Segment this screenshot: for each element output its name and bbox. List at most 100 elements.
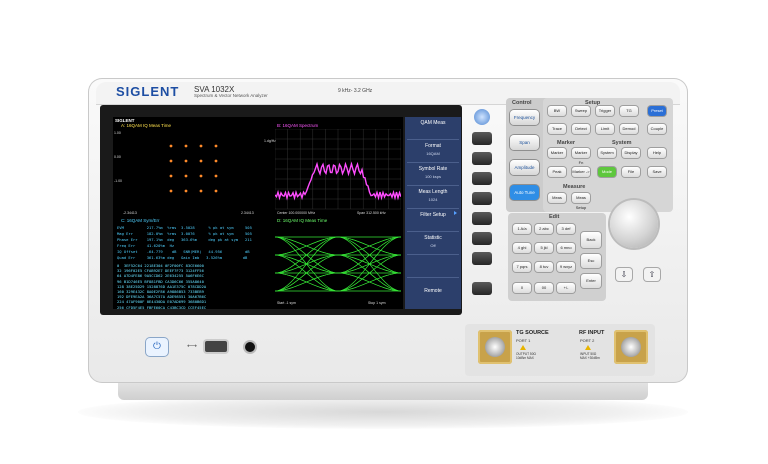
key-0[interactable]: 0	[513, 283, 531, 293]
side-button-4[interactable]	[472, 192, 492, 205]
spectrum-plot	[275, 129, 401, 210]
eye-trace	[275, 236, 401, 256]
softkey-5-label: Filter Setup	[420, 212, 446, 218]
key-7[interactable]: 7 pqrs	[513, 262, 531, 272]
tg-source-note: OUTPUT 50Ω 10dBm MAX	[516, 352, 536, 360]
tg-source-connector[interactable]	[478, 330, 512, 364]
key-2[interactable]: 2 abc	[535, 224, 553, 234]
back-key[interactable]: Back	[581, 232, 601, 248]
side-button-2[interactable]	[472, 152, 492, 165]
frequency-range: 9 kHz- 3.2 GHz	[338, 88, 373, 94]
bw-key[interactable]: BW	[548, 106, 566, 116]
help-key[interactable]: Help	[648, 148, 666, 158]
constellation-point	[169, 159, 173, 163]
softkey-2[interactable]: Format 16QAM	[407, 140, 459, 163]
key-6[interactable]: 6 mno	[557, 243, 575, 253]
constellation-point	[169, 144, 173, 148]
eye-trace	[275, 254, 401, 274]
constellation-point	[214, 189, 218, 193]
key-8[interactable]: 8 tuv	[535, 262, 553, 272]
limit-key[interactable]: Limit	[596, 124, 614, 134]
meas-setup-key[interactable]: Meas Setup	[572, 193, 590, 210]
rf-input-connector[interactable]	[614, 330, 648, 364]
eye-trace	[275, 254, 401, 274]
measurement-row: Mag Err 182.0%m %rms 3.0076 % pk at sym …	[117, 231, 252, 236]
const-ymid: 0.00	[114, 155, 121, 159]
rf-input-note: INPUT 50Ω MAX +30dBm	[580, 352, 600, 360]
peak-key[interactable]: Peak	[548, 167, 566, 177]
constellation-point	[199, 144, 203, 148]
usb-port[interactable]	[205, 341, 227, 352]
key-00[interactable]: 00	[535, 283, 553, 293]
constellation-title: A: 16QAM IQ Meas Time	[121, 123, 172, 128]
file-key[interactable]: File	[622, 167, 640, 177]
couple-key[interactable]: Couple	[648, 124, 666, 134]
menu-on-off-button[interactable]	[474, 109, 490, 125]
submenu-arrow-icon	[454, 211, 457, 215]
softkey-5[interactable]: Filter Setup	[407, 209, 459, 232]
rotary-knob[interactable]	[610, 200, 658, 248]
key-5[interactable]: 5 jkl	[535, 243, 553, 253]
mode-key[interactable]: Mode	[598, 167, 616, 177]
key-1[interactable]: 1 A/a	[513, 224, 531, 234]
down-arrow-key[interactable]: ⇩	[616, 268, 632, 281]
eye-trace	[275, 236, 401, 256]
softkey-6[interactable]: Statistic Off	[407, 232, 459, 255]
marker-key[interactable]: Marker	[548, 148, 566, 158]
eye-footer-right: Stop 1 sym	[368, 301, 386, 305]
meas-key[interactable]: Meas	[548, 193, 566, 203]
softkey-8[interactable]: Remote	[407, 285, 459, 307]
esc-key[interactable]: Esc	[581, 254, 601, 268]
key-4[interactable]: 4 ghi	[513, 243, 531, 253]
up-arrow-icon: ⇧	[648, 270, 656, 279]
warning-icon	[585, 345, 591, 350]
key-9[interactable]: 9 wxyz	[557, 262, 575, 272]
side-button-8[interactable]	[472, 282, 492, 295]
softkey-4[interactable]: Meas Length 1024	[407, 186, 459, 209]
key-plus-minus[interactable]: +/-	[557, 283, 575, 293]
amplitude-key[interactable]: Amplitude	[510, 160, 539, 175]
softkey-6-label: Statistic	[424, 235, 442, 241]
up-arrow-key[interactable]: ⇧	[644, 268, 660, 281]
span-key[interactable]: Span	[510, 135, 539, 150]
side-button-7[interactable]	[472, 252, 492, 265]
softkey-1[interactable]: QAM Meas	[407, 117, 459, 140]
side-button-3[interactable]	[472, 172, 492, 185]
constellation-point	[199, 174, 203, 178]
marker-fn-key[interactable]: Marker Fn	[572, 148, 590, 165]
system-key[interactable]: System	[598, 148, 616, 158]
measurement-row: Freq Err 41.620%m Hz	[117, 243, 175, 248]
side-button-5[interactable]	[472, 212, 492, 225]
frequency-key[interactable]: Frequency	[510, 110, 539, 125]
eye-trace	[275, 254, 401, 274]
enter-key[interactable]: Enter	[581, 274, 601, 288]
analyzer-screen: SIGLENT A: 16QAM IQ Meas Time 1.00 0.00 …	[113, 117, 403, 309]
const-xleft: -2.34413	[123, 211, 137, 215]
detect-key[interactable]: Detect	[572, 124, 590, 134]
preset-key[interactable]: Preset	[648, 106, 666, 116]
tg-source-port: PORT 1	[516, 338, 531, 343]
sweep-key[interactable]: Sweep	[572, 106, 590, 116]
side-button-6[interactable]	[472, 232, 492, 245]
auto-tune-key[interactable]: Auto Tune	[510, 185, 539, 200]
side-button-1[interactable]	[472, 132, 492, 145]
key-3[interactable]: 3 def	[557, 224, 575, 234]
power-button[interactable]: ⏻	[146, 338, 168, 356]
eye-trace	[275, 236, 401, 256]
demod-key[interactable]: Demod	[620, 124, 638, 134]
softkey-3[interactable]: Symbol Rate 100 ksps	[407, 163, 459, 186]
rf-input-port: PORT 2	[580, 338, 595, 343]
softkey-4-label: Meas Length	[418, 189, 448, 195]
trace-key[interactable]: Trace	[548, 124, 566, 134]
earphone-jack[interactable]	[245, 342, 255, 352]
marker-to-key[interactable]: Marker ->	[572, 167, 590, 177]
tg-key[interactable]: TG	[620, 106, 638, 116]
system-title: System	[612, 140, 632, 146]
measure-title: Measure	[563, 184, 586, 190]
display-key[interactable]: Display	[622, 148, 640, 158]
marker-title: Marker	[557, 140, 576, 146]
measurement-row: EVM 217.7%m %rms 3.5028 % pk at sym 505	[117, 225, 252, 230]
trigger-key[interactable]: Trigger	[596, 106, 614, 116]
softkey-7[interactable]	[407, 255, 459, 278]
save-key[interactable]: Save	[648, 167, 666, 177]
